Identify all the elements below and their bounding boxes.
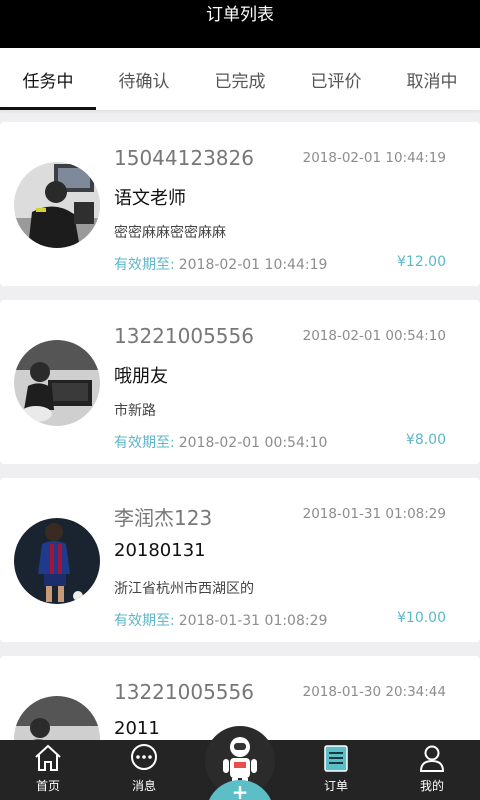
valid-until-label: 有效期至: [114, 435, 175, 451]
customer-phone: 李润杰123 [114, 506, 213, 530]
order-price: ¥10.00 [397, 610, 446, 626]
tabbar-orders-label: 订单 [323, 779, 348, 793]
order-title: 哦朋友 [114, 366, 168, 387]
tabbar-home-label: 首页 [35, 779, 60, 793]
avatar [14, 518, 100, 604]
tabbar-messages[interactable]: 消息 [96, 740, 192, 800]
order-title: 语文老师 [114, 188, 186, 209]
order-list-icon [324, 745, 348, 772]
customer-phone: 15044123826 [114, 146, 254, 170]
customer-phone: 13221005556 [114, 680, 254, 704]
app-header: 订单列表 [0, 0, 480, 48]
tab-reviewed[interactable]: 已评价 [288, 48, 384, 110]
plus-icon: + [231, 780, 249, 800]
valid-until-date: 2018-01-31 01:08:29 [178, 613, 328, 629]
valid-until: 有效期至: 2018-01-31 01:08:29 [114, 610, 327, 630]
order-price: ¥12.00 [397, 254, 446, 270]
tabbar-mine-label: 我的 [419, 779, 444, 793]
order-status-tabs: 任务中 待确认 已完成 已评价 取消中 [0, 48, 480, 110]
home-icon [35, 744, 61, 771]
order-address: 密密麻麻密密麻麻 [114, 225, 226, 241]
tab-completed[interactable]: 已完成 [192, 48, 288, 110]
avatar [14, 340, 100, 426]
chat-bubble-icon [131, 744, 157, 770]
order-title: 2011 [114, 718, 160, 739]
tabbar-messages-label: 消息 [131, 779, 156, 793]
order-card[interactable]: 15044123826 2018-02-01 10:44:19 语文老师 密密麻… [0, 122, 480, 286]
order-address: 市新路 [114, 403, 156, 419]
order-address: 浙江省杭州市西湖区的 [114, 581, 254, 597]
tabbar-home[interactable]: 首页 [0, 740, 96, 800]
order-card[interactable]: 13221005556 2018-02-01 00:54:10 哦朋友 市新路 … [0, 300, 480, 464]
valid-until: 有效期至: 2018-02-01 10:44:19 [114, 254, 327, 274]
user-profile-icon [419, 745, 445, 772]
customer-phone: 13221005556 [114, 324, 254, 348]
valid-until-label: 有效期至: [114, 613, 175, 629]
tab-cancelling[interactable]: 取消中 [384, 48, 480, 110]
tab-pending-confirm[interactable]: 待确认 [96, 48, 192, 110]
order-time: 2018-02-01 00:54:10 [302, 328, 446, 344]
tabbar-orders[interactable]: 订单 [288, 740, 384, 800]
valid-until-date: 2018-02-01 00:54:10 [178, 435, 328, 451]
valid-until-date: 2018-02-01 10:44:19 [178, 257, 328, 273]
order-price: ¥8.00 [405, 432, 446, 448]
order-card[interactable]: 李润杰123 2018-01-31 01:08:29 20180131 浙江省杭… [0, 478, 480, 642]
order-time: 2018-01-31 01:08:29 [302, 506, 446, 522]
tabbar-mine[interactable]: 我的 [384, 740, 480, 800]
page-title: 订单列表 [206, 5, 274, 25]
tab-in-progress[interactable]: 任务中 [0, 48, 96, 110]
avatar [14, 162, 100, 248]
order-title: 20180131 [114, 540, 206, 561]
order-time: 2018-02-01 10:44:19 [302, 150, 446, 166]
valid-until: 有效期至: 2018-02-01 00:54:10 [114, 432, 327, 452]
valid-until-label: 有效期至: [114, 257, 175, 273]
order-time: 2018-01-30 20:34:44 [302, 684, 446, 700]
